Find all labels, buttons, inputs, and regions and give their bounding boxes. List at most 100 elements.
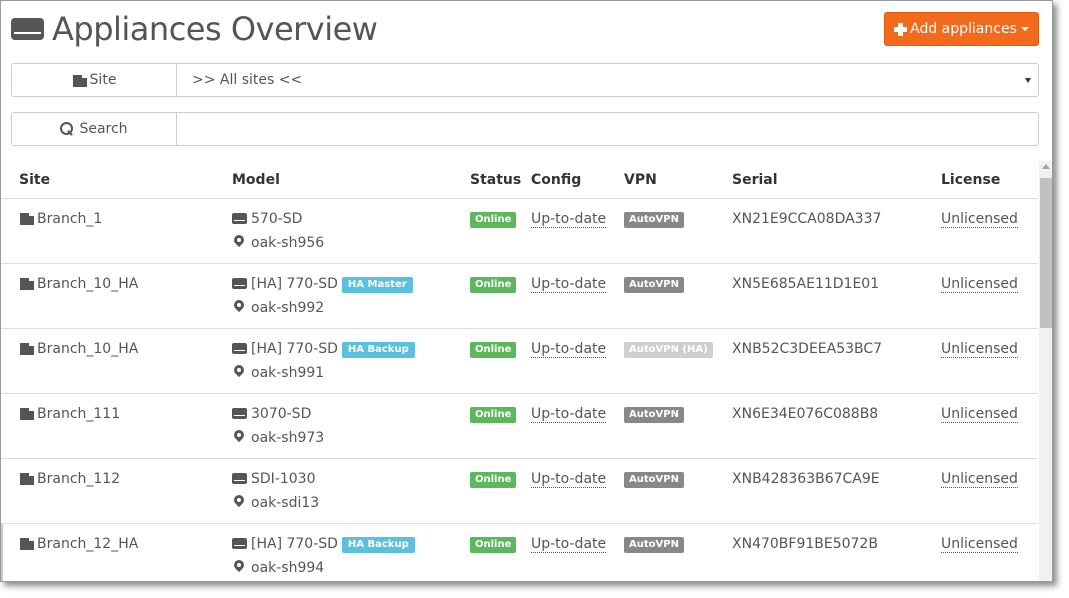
appliances-table: Site Model Status Config VPN Serial Lice… [1, 161, 1038, 581]
map-marker-icon [234, 430, 244, 444]
license-link[interactable]: Unlicensed [941, 471, 1018, 488]
dropdown-caret-icon [1025, 78, 1031, 83]
map-marker-icon [234, 560, 244, 574]
appliance-icon [11, 18, 44, 40]
site-name: Branch_111 [37, 406, 121, 422]
vpn-badge: AutoVPN (HA) [624, 342, 713, 358]
column-header-site[interactable]: Site [19, 172, 50, 188]
table-scrollbar[interactable] [1039, 161, 1052, 581]
scrollbar-thumb[interactable] [1040, 178, 1052, 328]
table-row[interactable]: Branch_1 570-SD oak-sh956 Online Up-to-d… [1, 199, 1038, 264]
license-link[interactable]: Unlicensed [941, 276, 1018, 293]
vpn-badge: AutoVPN [624, 277, 684, 293]
config-link[interactable]: Up-to-date [531, 536, 607, 553]
site-name: Branch_1 [37, 211, 103, 227]
site-cell[interactable]: Branch_10_HA [19, 341, 138, 357]
host-cell: oak-sh994 [232, 560, 324, 576]
model-cell: [HA] 770-SD HA Backup [232, 341, 415, 358]
model-cell: [HA] 770-SD HA Backup [232, 536, 415, 553]
building-icon [71, 73, 87, 87]
host-cell: oak-sh956 [232, 235, 324, 251]
license-link[interactable]: Unlicensed [941, 211, 1018, 228]
site-filter-label: Site [12, 64, 177, 96]
page-title: Appliances Overview [52, 10, 378, 48]
search-filter-label: Search [12, 113, 177, 145]
device-icon [232, 408, 247, 419]
site-cell[interactable]: Branch_12_HA [19, 536, 138, 552]
license-link[interactable]: Unlicensed [941, 341, 1018, 358]
status-badge: Online [470, 342, 517, 358]
device-icon [232, 213, 247, 224]
site-name: Branch_12_HA [37, 536, 139, 552]
column-header-vpn[interactable]: VPN [624, 172, 657, 188]
config-link[interactable]: Up-to-date [531, 276, 607, 293]
host-name: oak-sh991 [251, 365, 325, 381]
site-name: Branch_112 [37, 471, 121, 487]
status-badge: Online [470, 472, 517, 488]
host-name: oak-sh973 [251, 430, 325, 446]
device-icon [232, 343, 247, 354]
map-marker-icon [234, 300, 244, 314]
license-link[interactable]: Unlicensed [941, 406, 1018, 423]
config-link[interactable]: Up-to-date [531, 211, 607, 228]
serial-number: XN6E34E076C088B8 [732, 406, 879, 422]
site-select-value: >> All sites << [192, 72, 303, 88]
map-marker-icon [234, 235, 244, 249]
site-select[interactable]: >> All sites << [177, 64, 1038, 96]
serial-number: XN5E685AE11D1E01 [732, 276, 880, 292]
ha-role-badge: HA Backup [341, 342, 415, 358]
license-link[interactable]: Unlicensed [941, 536, 1018, 553]
site-filter: Site >> All sites << [11, 63, 1039, 97]
caret-down-icon [1020, 27, 1029, 31]
ha-role-badge: HA Backup [341, 537, 415, 553]
site-cell[interactable]: Branch_1 [19, 211, 102, 227]
table-row[interactable]: Branch_112 SDI-1030 oak-sdi13 Online Up-… [1, 459, 1038, 524]
map-marker-icon [234, 495, 244, 509]
model-name: [HA] 770-SD [251, 341, 338, 357]
device-icon [232, 473, 247, 484]
table-row[interactable]: Branch_111 3070-SD oak-sh973 Online Up-t… [1, 394, 1038, 459]
site-cell[interactable]: Branch_10_HA [19, 276, 138, 292]
serial-number: XNB428363B67CA9E [732, 471, 880, 487]
host-name: oak-sh992 [251, 300, 325, 316]
building-icon [19, 406, 34, 420]
table-header: Site Model Status Config VPN Serial Lice… [1, 161, 1038, 199]
scroll-up-arrow-icon[interactable] [1042, 164, 1050, 169]
serial-number: XNB52C3DEEA53BC7 [732, 341, 883, 357]
model-cell: [HA] 770-SD HA Master [232, 276, 413, 293]
search-label-text: Search [79, 121, 128, 137]
host-name: oak-sdi13 [251, 495, 320, 511]
column-header-config[interactable]: Config [531, 172, 581, 188]
model-name: 570-SD [251, 211, 303, 227]
map-marker-icon [234, 365, 244, 379]
column-header-status[interactable]: Status [470, 172, 521, 188]
search-input[interactable] [177, 113, 1038, 145]
site-cell[interactable]: Branch_112 [19, 471, 120, 487]
add-appliances-button[interactable]: Add appliances [884, 12, 1039, 46]
model-name: [HA] 770-SD [251, 276, 338, 292]
host-name: oak-sh956 [251, 235, 325, 251]
table-row[interactable]: Branch_12_HA [HA] 770-SD HA Backup oak-sh… [1, 524, 1038, 581]
host-cell: oak-sh991 [232, 365, 324, 381]
table-row[interactable]: Branch_10_HA [HA] 770-SD HA Master oak-sh… [1, 264, 1038, 329]
search-filter: Search [11, 112, 1039, 146]
vpn-badge: AutoVPN [624, 407, 684, 423]
site-name: Branch_10_HA [37, 341, 139, 357]
column-header-license[interactable]: License [941, 172, 1000, 188]
column-header-serial[interactable]: Serial [732, 172, 778, 188]
serial-number: XN21E9CCA08DA337 [732, 211, 882, 227]
config-link[interactable]: Up-to-date [531, 341, 607, 358]
column-header-model[interactable]: Model [232, 172, 280, 188]
vpn-badge: AutoVPN [624, 472, 684, 488]
building-icon [19, 211, 34, 225]
host-cell: oak-sh992 [232, 300, 324, 316]
status-badge: Online [470, 212, 517, 228]
host-name: oak-sh994 [251, 560, 325, 576]
model-cell: SDI-1030 [232, 471, 315, 487]
config-link[interactable]: Up-to-date [531, 471, 607, 488]
table-row[interactable]: Branch_10_HA [HA] 770-SD HA Backup oak-sh… [1, 329, 1038, 394]
search-icon [60, 122, 74, 136]
config-link[interactable]: Up-to-date [531, 406, 607, 423]
site-cell[interactable]: Branch_111 [19, 406, 120, 422]
site-name: Branch_10_HA [37, 276, 139, 292]
